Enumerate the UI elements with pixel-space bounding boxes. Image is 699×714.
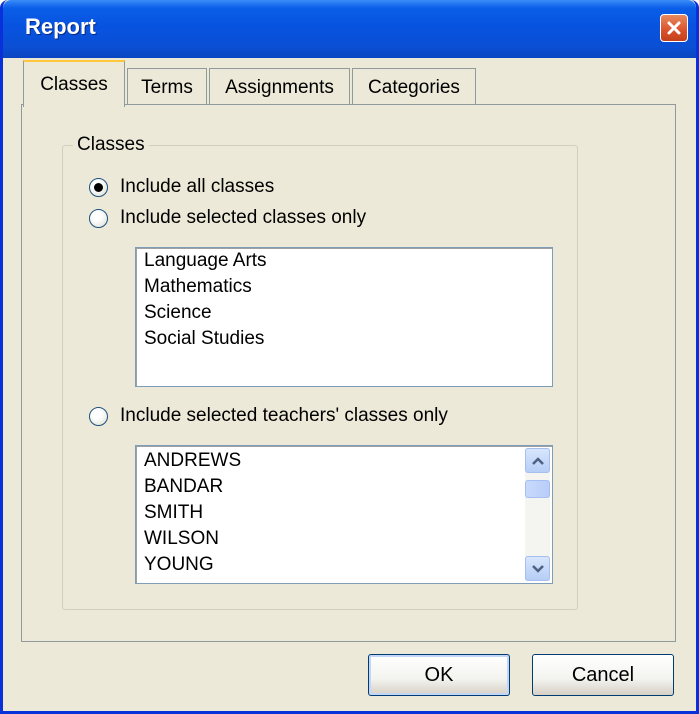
ok-label: OK	[424, 663, 454, 686]
title-bar[interactable]: Report	[3, 0, 696, 58]
radio-label: Include selected teachers' classes only	[120, 405, 448, 426]
cancel-button[interactable]: Cancel	[532, 654, 674, 696]
list-item[interactable]: Science	[136, 300, 552, 326]
list-item[interactable]: BANDAR	[136, 474, 552, 500]
radio-include-all-classes[interactable]: Include all classes	[89, 174, 274, 200]
tab-terms[interactable]: Terms	[127, 68, 207, 106]
group-legend: Classes	[73, 134, 149, 156]
tab-label: Terms	[141, 76, 193, 98]
list-item[interactable]: Language Arts	[136, 248, 552, 274]
radio-include-selected-classes[interactable]: Include selected classes only	[89, 205, 366, 231]
cancel-label: Cancel	[571, 663, 635, 686]
radio-button-checked[interactable]	[89, 177, 108, 197]
report-dialog: Report Classes Terms Assignments Categor…	[0, 0, 699, 714]
list-item[interactable]: YOUNG	[136, 552, 552, 578]
chevron-down-icon	[531, 564, 544, 573]
tab-panel-classes: Classes Include all classes Include sele…	[21, 104, 676, 642]
scroll-up-button[interactable]	[525, 448, 550, 473]
scroll-down-button[interactable]	[525, 556, 550, 581]
list-item[interactable]: SMITH	[136, 500, 552, 526]
classes-groupbox: Classes Include all classes Include sele…	[62, 134, 578, 610]
close-button[interactable]	[660, 14, 688, 42]
list-item[interactable]: ANDREWS	[136, 448, 552, 474]
list-item[interactable]: Social Studies	[136, 326, 552, 352]
radio-include-teachers-classes[interactable]: Include selected teachers' classes only	[89, 403, 448, 429]
teachers-listbox[interactable]: ANDREWS BANDAR SMITH WILSON YOUNG	[135, 445, 553, 584]
radio-button[interactable]	[89, 406, 108, 426]
ok-button[interactable]: OK	[368, 654, 510, 696]
vertical-scrollbar[interactable]	[525, 448, 550, 581]
window-title: Report	[25, 14, 96, 39]
tab-label: Assignments	[225, 76, 334, 98]
tab-label: Categories	[368, 76, 460, 98]
classes-listbox[interactable]: Language Arts Mathematics Science Social…	[135, 247, 553, 387]
tab-assignments[interactable]: Assignments	[209, 68, 350, 106]
radio-button[interactable]	[89, 208, 108, 228]
list-item[interactable]: Mathematics	[136, 274, 552, 300]
list-item[interactable]: WILSON	[136, 526, 552, 552]
tab-classes[interactable]: Classes	[23, 60, 125, 107]
tab-label: Classes	[40, 73, 108, 95]
scroll-thumb[interactable]	[525, 480, 550, 498]
chevron-up-icon	[531, 456, 544, 465]
radio-label: Include all classes	[120, 176, 275, 197]
close-icon	[667, 21, 681, 35]
tab-categories[interactable]: Categories	[352, 68, 476, 106]
radio-label: Include selected classes only	[120, 207, 367, 228]
